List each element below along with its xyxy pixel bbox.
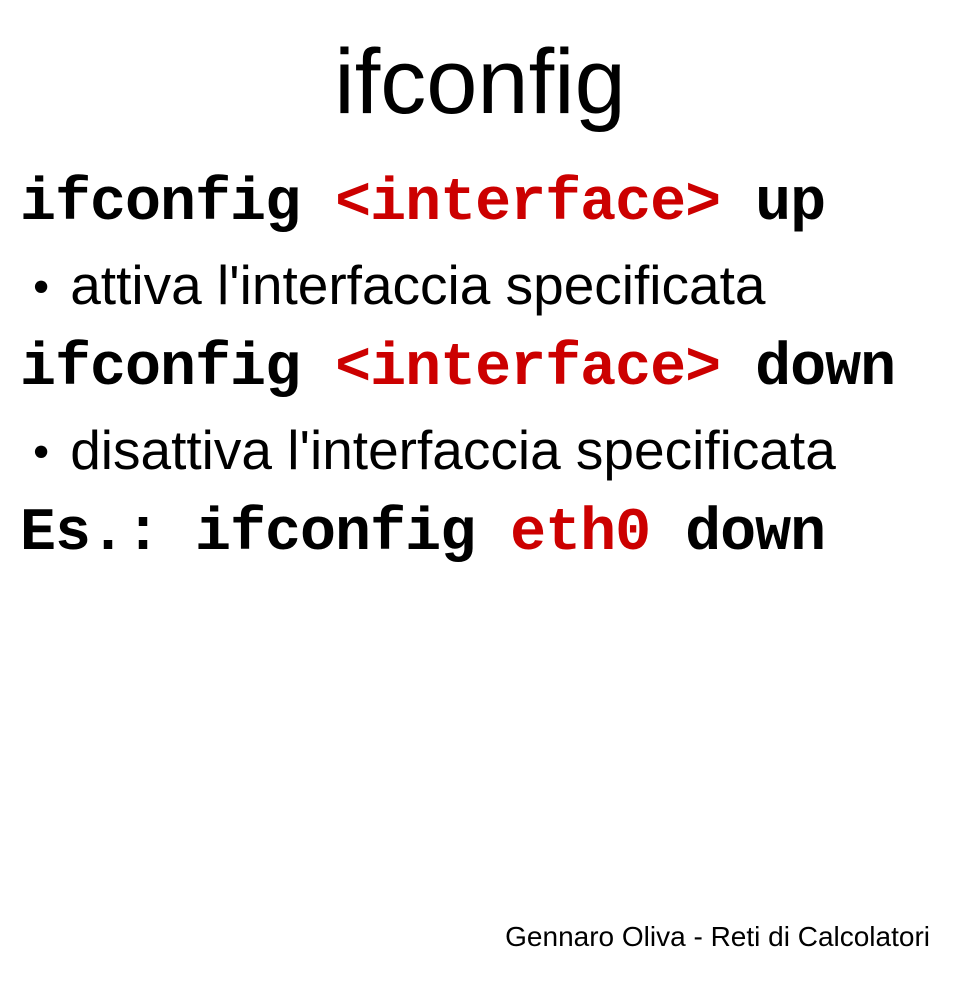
- bullet-text: attiva l'interfaccia specificata: [70, 253, 765, 317]
- slide-footer: Gennaro Oliva - Reti di Calcolatori: [505, 921, 930, 953]
- cmd-text: ifconfig: [20, 170, 335, 238]
- bullet-icon: •: [32, 262, 50, 314]
- cmd-text: up: [720, 170, 825, 238]
- cmd-text: down: [650, 500, 825, 568]
- bullet-icon: •: [32, 427, 50, 479]
- command-line-2: ifconfig <interface> down: [20, 335, 940, 403]
- bullet-line-1: • attiva l'interfaccia specificata: [32, 253, 940, 317]
- cmd-text: Es.: ifconfig: [20, 500, 510, 568]
- example-line: Es.: ifconfig eth0 down: [20, 500, 940, 568]
- slide-title: ifconfig: [20, 30, 940, 135]
- cmd-value: eth0: [510, 500, 650, 568]
- command-line-1: ifconfig <interface> up: [20, 170, 940, 238]
- cmd-placeholder: <interface>: [335, 170, 720, 238]
- bullet-text: disattiva l'interfaccia specificata: [70, 418, 836, 482]
- bullet-line-2: • disattiva l'interfaccia specificata: [32, 418, 940, 482]
- cmd-text: down: [720, 335, 895, 403]
- cmd-text: ifconfig: [20, 335, 335, 403]
- cmd-placeholder: <interface>: [335, 335, 720, 403]
